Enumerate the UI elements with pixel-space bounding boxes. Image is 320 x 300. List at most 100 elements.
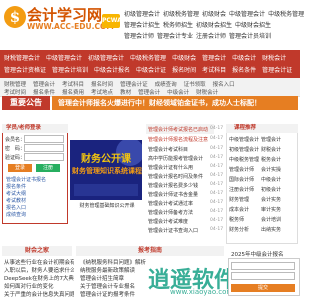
course-link[interactable]: 审计实务 bbox=[261, 206, 293, 213]
left-link[interactable]: 报名入口 bbox=[6, 204, 26, 211]
nav-item[interactable]: 管理会计资格证 bbox=[4, 67, 46, 74]
left-link[interactable]: 考试大纲 bbox=[6, 190, 26, 197]
header-link[interactable]: 初级财会 bbox=[202, 11, 226, 18]
news-item[interactable]: 管理会计考试难度 bbox=[148, 218, 210, 225]
captcha-input[interactable] bbox=[24, 153, 64, 161]
nav-item[interactable]: 报名时间 bbox=[172, 67, 196, 74]
left-link[interactable]: 报名条件 bbox=[6, 183, 26, 190]
nav-item[interactable]: 中级会计 bbox=[232, 55, 256, 62]
news-item[interactable]: 管理会计考试科目 bbox=[148, 146, 210, 153]
article-link[interactable]: 关于严重的会计信息失真问题 bbox=[4, 290, 74, 298]
course-link[interactable]: 中级会计 bbox=[261, 176, 293, 183]
article-link[interactable]: 如何面对行业的变化 bbox=[4, 282, 74, 290]
news-date: 04-17 bbox=[210, 155, 224, 160]
section-title-accounting-home[interactable]: 财会之家 bbox=[2, 246, 72, 256]
article-link[interactable]: DeepSeek在财务上的7大典型应用 bbox=[4, 274, 74, 282]
nav-item[interactable]: 财税管理会计 bbox=[4, 55, 40, 62]
course-link[interactable]: 会计实操 bbox=[261, 166, 293, 173]
article-link[interactable]: 从事这些行业在会计初期会有 bbox=[4, 258, 74, 266]
course-link[interactable]: 初级管理会计 bbox=[229, 146, 261, 153]
logo-coin-icon[interactable]: $ bbox=[4, 6, 26, 28]
header-link[interactable]: 初级财会招生 bbox=[196, 22, 232, 29]
header-link[interactable]: 初级管理会计 bbox=[124, 11, 160, 18]
nav-item[interactable]: 中级会计证 bbox=[136, 67, 166, 74]
nav-item[interactable]: 中级会计报名 bbox=[94, 67, 130, 74]
header-link[interactable]: 管理会计员培训 bbox=[229, 33, 271, 40]
course-link[interactable]: 注册会计师 bbox=[229, 186, 261, 193]
course-link[interactable]: 中级管理会计 bbox=[229, 136, 261, 143]
nav-item[interactable]: 管理会计 bbox=[202, 55, 226, 62]
course-link[interactable]: 中级税务管理 bbox=[229, 156, 261, 163]
popup-phone-field[interactable] bbox=[231, 272, 295, 280]
news-item[interactable]: 高中学历能报考管理会计 bbox=[148, 155, 210, 162]
header-link[interactable]: 中级财会招生 bbox=[235, 22, 271, 29]
username-input[interactable] bbox=[24, 135, 64, 143]
news-item[interactable]: 管理会计师考试报名已启动 bbox=[148, 126, 210, 133]
watermark-url: www.xiaoyao.com bbox=[170, 288, 234, 296]
header-link[interactable]: 管理会计招生 bbox=[124, 22, 160, 29]
news-item[interactable]: 管理会计考试通过率 bbox=[148, 200, 210, 207]
course-row: 税务师 会计培训 bbox=[229, 216, 297, 225]
login-button[interactable]: 登录 bbox=[8, 164, 32, 172]
course-link[interactable]: 会计实务 bbox=[261, 196, 293, 203]
username-label: 会员名： bbox=[5, 137, 26, 143]
nav-item[interactable]: 管理会计培训 bbox=[52, 67, 88, 74]
news-item[interactable]: 管理会计师报名流程及注意 bbox=[148, 136, 210, 143]
course-row: 初级管理会计 财税会计 bbox=[229, 146, 297, 155]
nav-item[interactable]: 中级管理会计 bbox=[46, 55, 82, 62]
course-link[interactable]: 财务管理 bbox=[229, 196, 261, 203]
news-date: 04-17 bbox=[210, 126, 224, 131]
course-link[interactable]: 成本会计 bbox=[229, 206, 261, 213]
header-link[interactable]: 税务师招生 bbox=[163, 22, 193, 29]
left-link[interactable]: 管理会计证书报名 bbox=[6, 176, 46, 183]
news-item[interactable]: 管理会计师备考方法 bbox=[148, 209, 210, 216]
course-link[interactable]: 初级会计 bbox=[261, 186, 293, 193]
article-link[interactable]: 入职以后，财务人要追求什么？ bbox=[4, 266, 74, 274]
header-links-row-2: 管理会计招生 税务师招生 初级财会招生 中级财会招生 bbox=[124, 20, 298, 29]
popup-submit-button[interactable]: 提交 bbox=[231, 284, 295, 292]
nav-item[interactable]: 报名条件 bbox=[232, 67, 256, 74]
nav-item[interactable]: 中级财会 bbox=[172, 55, 196, 62]
news-date: 04-17 bbox=[210, 164, 224, 169]
password-input[interactable] bbox=[24, 144, 64, 152]
register-button[interactable]: 注册 bbox=[36, 164, 60, 172]
news-item[interactable]: 管理会计证有什么用 bbox=[148, 164, 210, 171]
news-date: 04-17 bbox=[210, 173, 224, 178]
left-link[interactable]: 考试教材 bbox=[6, 197, 26, 204]
course-link[interactable]: 财务分析 bbox=[229, 226, 261, 233]
promo-caption[interactable]: 财务管理基础知识公开课 bbox=[70, 202, 144, 209]
news-item[interactable]: 管理会计证书查询入口 bbox=[148, 227, 210, 234]
course-link[interactable]: 国际会计师 bbox=[229, 176, 261, 183]
popup-text[interactable]: 2025年中级会计报名 bbox=[231, 250, 297, 258]
header-link[interactable]: 管理会计师 bbox=[124, 33, 154, 40]
section-title-exam-guide[interactable]: 报考指南 bbox=[76, 246, 224, 256]
promo-title: 财务公开课 bbox=[81, 154, 131, 165]
notice-banner[interactable]: 管理会计师报名火爆进行中！财经领域铂金证书，成功人士标配！ bbox=[52, 96, 298, 110]
pcwa-badge[interactable]: PCWA bbox=[102, 14, 122, 28]
popup-name-field[interactable] bbox=[231, 262, 295, 270]
header-link[interactable]: 中级税务管理 bbox=[268, 11, 304, 18]
course-link[interactable]: 出纳实务 bbox=[261, 226, 293, 233]
nav-item[interactable]: 中级税务管理 bbox=[130, 55, 166, 62]
password-label: 密 码： bbox=[5, 146, 26, 152]
news-item[interactable]: 管理会计报名费多少钱 bbox=[148, 182, 210, 189]
header-link[interactable]: 初级税务管理 bbox=[163, 11, 199, 18]
left-link[interactable]: 成绩查询 bbox=[6, 211, 26, 218]
nav-item[interactable]: 财税会计 bbox=[262, 55, 286, 62]
header-link[interactable]: 中级管理会计 bbox=[229, 11, 265, 18]
nav-item[interactable]: 考试科目 bbox=[202, 67, 226, 74]
nav-item[interactable]: 初级管理会计 bbox=[88, 55, 124, 62]
course-link[interactable]: 会计培训 bbox=[261, 216, 293, 223]
nav-item[interactable]: 管理会计证 bbox=[262, 67, 292, 74]
course-row: 管理会计师 会计实操 bbox=[229, 166, 297, 175]
course-link[interactable]: 管理会计 bbox=[261, 136, 293, 143]
news-item[interactable]: 管理会计师证书含金量 bbox=[148, 191, 210, 198]
news-item[interactable]: 管理会计报名时间及条件 bbox=[148, 173, 210, 180]
course-link[interactable]: 管理会计师 bbox=[229, 166, 261, 173]
course-link[interactable]: 财税会计 bbox=[261, 146, 293, 153]
course-link[interactable]: 税务会计 bbox=[261, 156, 293, 163]
header-link[interactable]: 管理会计专业 bbox=[157, 33, 193, 40]
course-link[interactable]: 税务师 bbox=[229, 216, 261, 223]
news-date: 04-17 bbox=[210, 191, 224, 196]
header-link[interactable]: 注册会计师 bbox=[196, 33, 226, 40]
